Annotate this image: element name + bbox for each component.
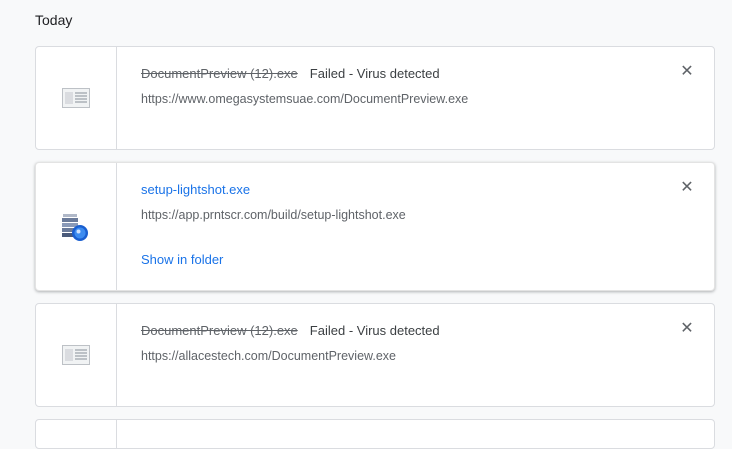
download-status: Failed - Virus detected bbox=[309, 323, 440, 338]
download-status: Failed - Virus detected bbox=[309, 66, 440, 81]
download-title-line: DocumentPreview (12).exe Failed - Virus d… bbox=[141, 66, 440, 81]
download-item-partial bbox=[35, 419, 715, 449]
download-url[interactable]: https://www.omegasystemsuae.com/Document… bbox=[141, 92, 468, 106]
remove-download-button[interactable]: ✕ bbox=[680, 320, 694, 337]
file-icon-column bbox=[36, 47, 117, 149]
installer-icon bbox=[62, 213, 88, 241]
close-icon: ✕ bbox=[680, 320, 694, 337]
file-name: DocumentPreview (12).exe bbox=[141, 323, 298, 338]
section-title-today: Today bbox=[35, 12, 73, 28]
file-icon-column bbox=[36, 163, 117, 290]
generic-file-icon bbox=[62, 345, 90, 365]
file-icon-column bbox=[36, 420, 117, 448]
show-in-folder-link[interactable]: Show in folder bbox=[141, 252, 223, 267]
remove-download-button[interactable]: ✕ bbox=[680, 63, 694, 80]
download-item: setup-lightshot.exe https://app.prntscr.… bbox=[35, 162, 715, 291]
file-name: DocumentPreview (12).exe bbox=[141, 66, 298, 81]
download-url[interactable]: https://app.prntscr.com/build/setup-ligh… bbox=[141, 208, 406, 222]
download-title-line: DocumentPreview (12).exe Failed - Virus d… bbox=[141, 323, 440, 338]
download-item: DocumentPreview (12).exe Failed - Virus d… bbox=[35, 46, 715, 150]
download-title-line: setup-lightshot.exe bbox=[141, 182, 250, 197]
download-url[interactable]: https://allacestech.com/DocumentPreview.… bbox=[141, 349, 396, 363]
file-icon-column bbox=[36, 304, 117, 406]
download-item: DocumentPreview (12).exe Failed - Virus d… bbox=[35, 303, 715, 407]
generic-file-icon bbox=[62, 88, 90, 108]
file-name-link[interactable]: setup-lightshot.exe bbox=[141, 182, 250, 197]
close-icon: ✕ bbox=[680, 63, 694, 80]
remove-download-button[interactable]: ✕ bbox=[680, 179, 694, 196]
close-icon: ✕ bbox=[680, 179, 694, 196]
